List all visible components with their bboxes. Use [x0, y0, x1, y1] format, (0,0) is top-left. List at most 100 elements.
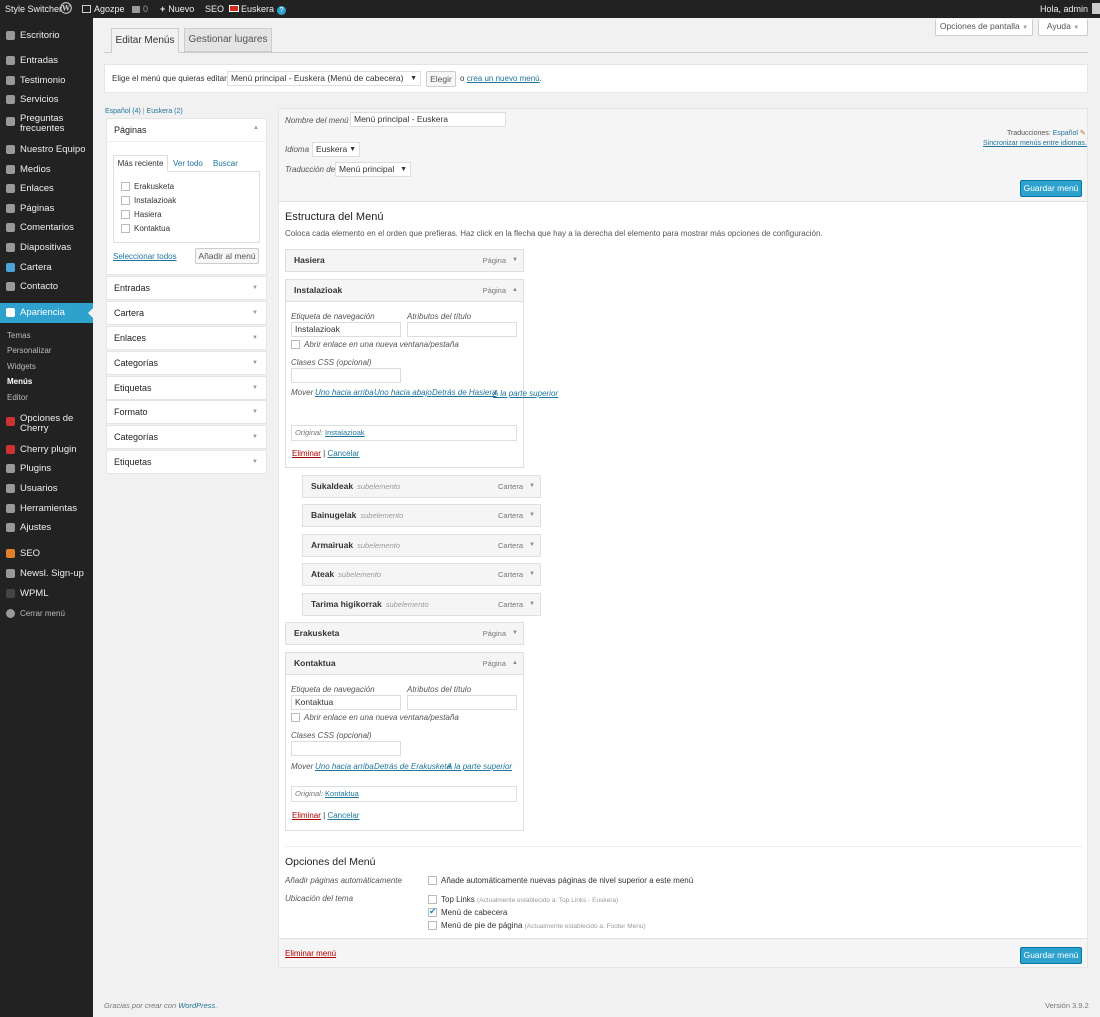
nav-label-input[interactable]: Instalazioak [291, 322, 401, 337]
sync-menus-link[interactable]: Sincronizar menús entre idiomas. [983, 140, 1087, 147]
delete-menu-link[interactable]: Eliminar menú [285, 949, 336, 958]
sidebar-item-equipo[interactable]: Nuestro Equipo [0, 140, 93, 160]
seo-link[interactable]: SEO [205, 0, 224, 18]
sidebar-item-paginas[interactable]: Páginas [0, 199, 93, 219]
pencil-icon[interactable]: ✎ [1080, 130, 1086, 137]
accordion-cartera[interactable]: Cartera ▼ [106, 301, 267, 325]
caret-down-icon[interactable]: ▼ [529, 564, 535, 585]
sidebar-item-opciones-cherry[interactable]: Opciones de Cherry [0, 412, 93, 436]
translation-es-link[interactable]: Español [1053, 130, 1078, 137]
caret-down-icon[interactable]: ▼ [529, 505, 535, 526]
menu-name-input[interactable]: Menú principal - Euskera [350, 112, 506, 127]
sidebar-item-ajustes[interactable]: Ajustes [0, 518, 93, 538]
location-header-checkbox[interactable]: ✔ [428, 906, 437, 917]
move-top-link[interactable]: A la parte superior [493, 389, 558, 398]
language-switcher[interactable]: Euskera? [229, 0, 287, 18]
comments-link[interactable]: 0 [132, 0, 148, 18]
screen-options-button[interactable]: Opciones de pantalla ▼ [935, 19, 1033, 36]
new-content-link[interactable]: + Nuevo [160, 0, 194, 18]
style-switcher-link[interactable]: Style Switcher [5, 0, 62, 18]
sidebar-item-herramientas[interactable]: Herramientas [0, 499, 93, 519]
sidebar-item-cartera[interactable]: Cartera [0, 258, 93, 278]
nav-label-input[interactable]: Kontaktua [291, 695, 401, 710]
help-button[interactable]: Ayuda ▼ [1038, 19, 1088, 36]
page-checkbox[interactable] [121, 182, 130, 191]
lang-eu-link[interactable]: Euskera (2) [147, 108, 183, 115]
sidebar-item-comentarios[interactable]: Comentarios [0, 218, 93, 238]
site-name-link[interactable]: Agozpe [82, 0, 125, 18]
wordpress-logo-icon[interactable]: W [60, 0, 72, 18]
cancel-link[interactable]: Cancelar [327, 811, 359, 820]
page-checkbox[interactable] [121, 224, 130, 233]
original-link[interactable]: Instalazioak [325, 428, 365, 437]
new-window-checkbox[interactable] [291, 340, 300, 349]
caret-down-icon[interactable]: ▼ [529, 594, 535, 615]
save-menu-button-top[interactable]: Guardar menú [1020, 180, 1082, 197]
accordion-etiquetas[interactable]: Etiquetas ▼ [106, 376, 267, 400]
original-link[interactable]: Kontaktua [325, 789, 359, 798]
css-classes-input[interactable] [291, 741, 401, 756]
accordion-categorias-2[interactable]: Categorías ▼ [106, 425, 267, 449]
sidebar-item-diapositivas[interactable]: Diapositivas [0, 238, 93, 258]
tab-editar-menus[interactable]: Editar Menús [111, 28, 179, 53]
sidebar-item-escritorio[interactable]: Escritorio [0, 26, 93, 46]
sidebar-item-preguntas[interactable]: Preguntas frecuentes [0, 112, 93, 136]
menu-item-tarima[interactable]: Tarima higikorrak subelemento Cartera ▼ [302, 593, 541, 616]
sidebar-item-contacto[interactable]: Contacto [0, 277, 93, 297]
remove-link[interactable]: Eliminar [292, 449, 321, 458]
tab-ver-todo[interactable]: Ver todo [173, 159, 203, 168]
sidebar-item-medios[interactable]: Medios [0, 160, 93, 180]
menu-item-erakusketa[interactable]: Erakusketa Página ▼ [285, 622, 524, 645]
menu-item-kontaktua[interactable]: Kontaktua Página ▲ [285, 652, 524, 675]
menu-select-dropdown[interactable]: Menú principal - Euskera (Menú de cabece… [227, 71, 421, 86]
move-up-link[interactable]: Uno hacia arriba [315, 388, 374, 397]
move-top-link[interactable]: A la parte superior [447, 762, 512, 771]
sidebar-item-cherry-plugin[interactable]: Cherry plugin [0, 440, 93, 460]
sidebar-item-wpml[interactable]: WPML [0, 584, 93, 604]
caret-down-icon[interactable]: ▼ [529, 476, 535, 497]
sidebar-item-servicios[interactable]: Servicios [0, 90, 93, 110]
new-window-checkbox[interactable] [291, 713, 300, 722]
menu-item-armairuak[interactable]: Armairuak subelemento Cartera ▼ [302, 534, 541, 557]
submenu-widgets[interactable]: Widgets [0, 359, 93, 374]
location-footer-checkbox[interactable] [428, 921, 437, 930]
choose-button[interactable]: Elegir [426, 71, 456, 87]
sidebar-item-plugins[interactable]: Plugins [0, 459, 93, 479]
lang-es-link[interactable]: Español (4) [105, 108, 141, 115]
save-menu-button-bottom[interactable]: Guardar menú [1020, 947, 1082, 964]
sidebar-item-seo[interactable]: SEO [0, 544, 93, 564]
submenu-menus[interactable]: Menús [0, 374, 93, 389]
caret-down-icon[interactable]: ▼ [512, 623, 518, 644]
tab-buscar[interactable]: Buscar [213, 159, 238, 168]
accordion-categorias[interactable]: Categorías ▼ [106, 351, 267, 375]
tab-gestionar-lugares[interactable]: Gestionar lugares [184, 28, 272, 52]
sidebar-item-entradas[interactable]: Entradas [0, 51, 93, 71]
select-all-link[interactable]: Seleccionar todos [113, 252, 177, 261]
create-menu-link[interactable]: crea un nuevo menú [467, 74, 540, 83]
location-top-links-checkbox[interactable] [428, 895, 437, 904]
tab-mas-reciente[interactable]: Más reciente [113, 155, 168, 172]
sidebar-item-apariencia[interactable]: Apariencia [0, 303, 93, 323]
page-checkbox[interactable] [121, 196, 130, 205]
cancel-link[interactable]: Cancelar [327, 449, 359, 458]
caret-up-icon[interactable]: ▲ [253, 125, 259, 131]
sidebar-item-enlaces[interactable]: Enlaces [0, 179, 93, 199]
add-to-menu-button[interactable]: Añadir al menú [195, 248, 259, 264]
caret-up-icon[interactable]: ▲ [512, 280, 518, 301]
accordion-etiquetas-2[interactable]: Etiquetas ▼ [106, 450, 267, 474]
language-select[interactable]: Euskera ▼ [312, 142, 360, 157]
css-classes-input[interactable] [291, 368, 401, 383]
move-under-link[interactable]: Detrás de Erakusketa [374, 762, 451, 771]
sidebar-item-newsletter[interactable]: Newsl. Sign-up [0, 564, 93, 584]
sidebar-item-testimonio[interactable]: Testimonio [0, 71, 93, 91]
menu-item-instalazioak[interactable]: Instalazioak Página ▲ [285, 279, 524, 302]
sidebar-item-usuarios[interactable]: Usuarios [0, 479, 93, 499]
move-up-link[interactable]: Uno hacia arriba [315, 762, 374, 771]
collapse-menu-button[interactable]: Cerrar menú [0, 604, 93, 624]
submenu-editor[interactable]: Editor [0, 390, 93, 405]
menu-item-sukaldeak[interactable]: Sukaldeak subelemento Cartera ▼ [302, 475, 541, 498]
submenu-personalizar[interactable]: Personalizar [0, 343, 93, 358]
accordion-entradas[interactable]: Entradas ▼ [106, 276, 267, 300]
page-checkbox[interactable] [121, 210, 130, 219]
remove-link[interactable]: Eliminar [292, 811, 321, 820]
